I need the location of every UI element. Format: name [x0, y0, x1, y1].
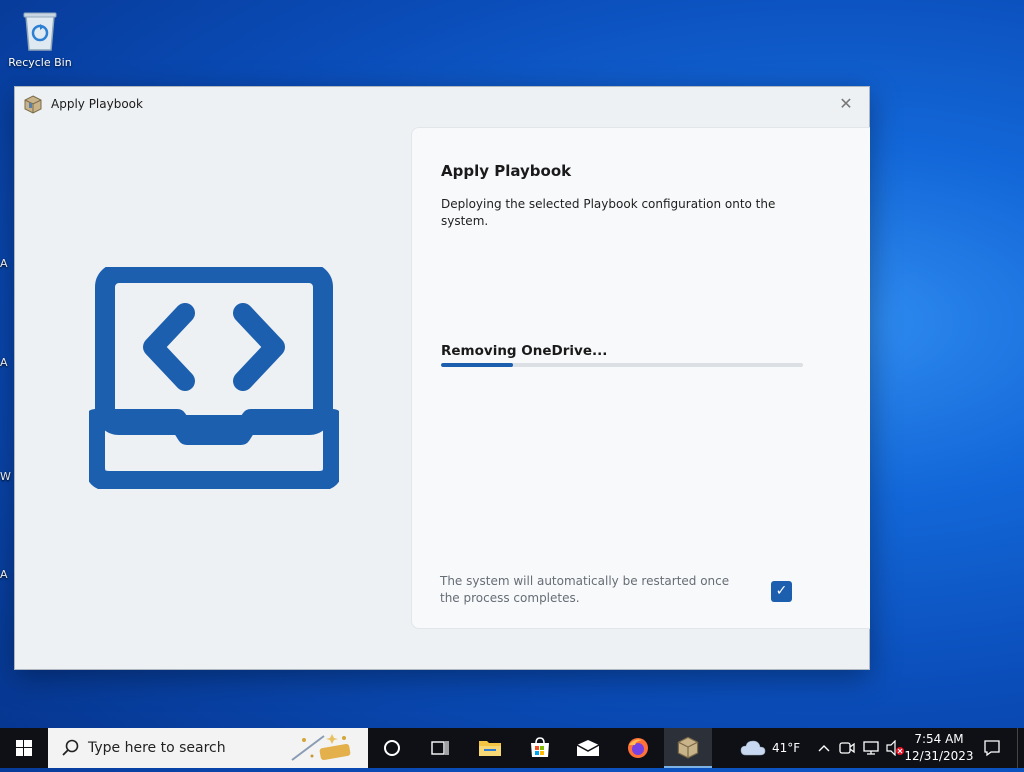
file-explorer-icon	[479, 741, 501, 756]
clock-time[interactable]: 7:54 AM	[910, 732, 968, 746]
start-button[interactable]	[0, 728, 48, 768]
desktop-icon-label-peek: W	[0, 470, 11, 483]
title-bar[interactable]: Apply Playbook ✕	[15, 87, 869, 121]
desktop-icon-label-peek: A	[0, 257, 8, 270]
status-text: Removing OneDrive...	[441, 343, 608, 359]
progress-bar-fill	[441, 363, 514, 367]
playbook-package-icon	[23, 94, 43, 114]
windows-logo-icon	[16, 740, 32, 756]
mail-icon	[576, 740, 600, 756]
laptop-code-icon	[85, 263, 343, 491]
mail-button[interactable]	[564, 728, 612, 768]
restart-checkbox[interactable]: ✓	[771, 581, 792, 602]
playbook-app-button[interactable]	[664, 728, 712, 768]
notification-icon[interactable]	[982, 738, 1002, 758]
task-view-icon	[431, 741, 449, 755]
firefox-icon	[628, 738, 648, 758]
cortana-button[interactable]	[368, 728, 416, 768]
recycle-bin-icon	[20, 8, 60, 52]
search-placeholder: Type here to search	[88, 740, 226, 756]
desktop-icon-label-peek: A	[0, 356, 8, 369]
panel-heading: Apply Playbook	[441, 162, 572, 180]
show-desktop-button[interactable]	[1017, 728, 1024, 768]
weather-cloud-icon[interactable]	[740, 738, 766, 758]
network-icon[interactable]	[861, 738, 881, 758]
playbook-app-icon	[677, 736, 699, 759]
search-box[interactable]: Type here to search	[48, 728, 368, 768]
firefox-button[interactable]	[614, 728, 662, 768]
restart-note: The system will automatically be restart…	[440, 574, 730, 605]
show-hidden-icons-chevron-icon[interactable]	[814, 738, 834, 758]
progress-bar	[441, 363, 803, 367]
microsoft-store-icon	[531, 737, 549, 757]
window-title: Apply Playbook	[51, 97, 143, 111]
apply-playbook-window: Apply Playbook ✕ Apply Playbook Deployin…	[14, 86, 870, 670]
panel-description: Deploying the selected Playbook configur…	[441, 197, 776, 228]
close-button[interactable]: ✕	[831, 91, 861, 117]
recycle-bin[interactable]: Recycle Bin	[4, 8, 76, 69]
taskbar: Type here to search 41°F 7:54 AM 12/31/2…	[0, 728, 1024, 768]
search-icon	[60, 738, 80, 758]
microsoft-store-button[interactable]	[516, 728, 564, 768]
volume-muted-icon[interactable]	[885, 738, 905, 758]
cortana-icon	[384, 740, 400, 756]
search-highlight-icon[interactable]	[284, 730, 360, 766]
desktop-icon-label-peek: A	[0, 568, 8, 581]
recycle-bin-label: Recycle Bin	[8, 56, 72, 69]
progress-panel: Apply Playbook Deploying the selected Pl…	[411, 127, 870, 629]
weather-temperature[interactable]: 41°F	[772, 741, 800, 755]
clock-date[interactable]: 12/31/2023	[904, 749, 974, 763]
meet-now-icon[interactable]	[837, 738, 857, 758]
task-view-button[interactable]	[416, 728, 464, 768]
file-explorer-button[interactable]	[466, 728, 514, 768]
